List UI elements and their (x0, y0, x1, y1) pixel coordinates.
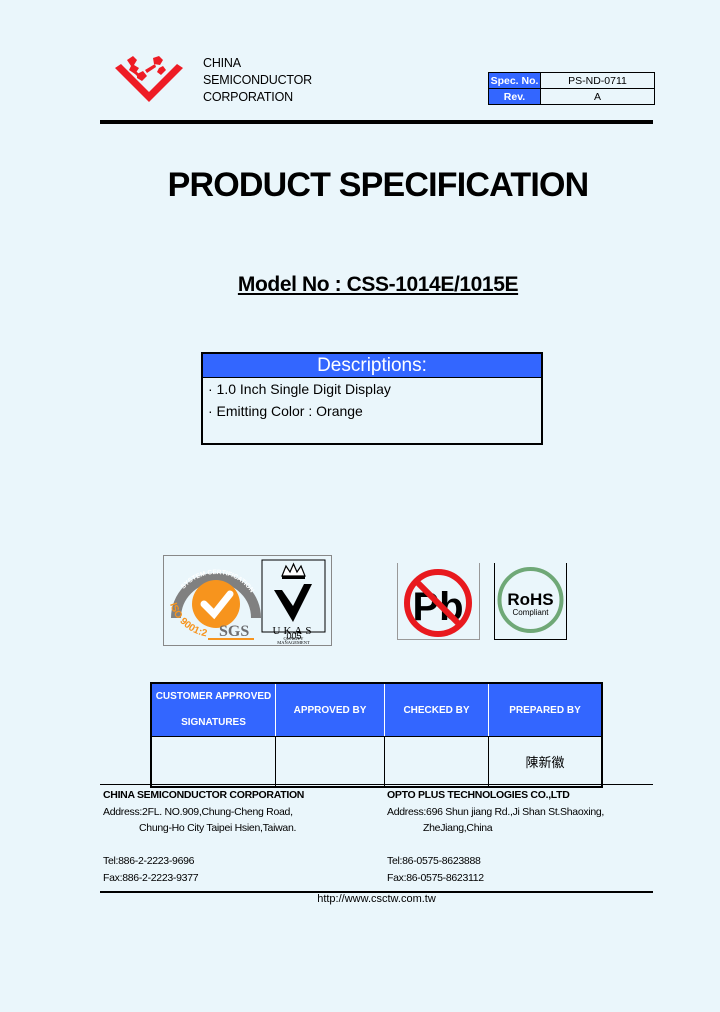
company-name-line-1: CHINA (203, 56, 241, 70)
footer-right-company: OPTO PLUS TECHNOLOGIES CO.,LTD (387, 789, 570, 801)
footer-left-address-1: Address:2FL. NO.909,Chung-Cheng Road, (103, 805, 293, 818)
footer-left-address-2: Chung-Ho City Taipei Hsien,Taiwan. (139, 822, 297, 834)
footer-right-address-1: Address:696 Shun jiang Rd.,Ji Shan St.Sh… (387, 805, 605, 818)
sgs-brand-text: SGS (219, 623, 249, 640)
company-logo-icon (115, 56, 183, 102)
descriptions-heading: Descriptions: (203, 354, 541, 378)
spec-row-rev: Rev. A (488, 88, 655, 105)
spec-table: Spec. No. PS-ND-0711 Rev. A (488, 72, 655, 105)
rohs-title: RoHS (507, 590, 553, 609)
company-name-line-3: CORPORATION (203, 90, 293, 104)
prepared-by-signature-cell: 陳新徽 (488, 736, 603, 788)
footer-divider (100, 784, 653, 785)
prepared-by-header: PREPARED BY (488, 682, 603, 737)
model-number: Model No : CSS-1014E/1015E (237, 273, 519, 296)
company-name-line-2: SEMICONDUCTOR (203, 73, 312, 87)
website-link[interactable]: http://www.csctw.com.tw (100, 893, 653, 905)
signature-value-row: 陳新徽 (150, 736, 603, 788)
rohs-compliant-icon: RoHS Compliant (497, 567, 564, 633)
spec-no-label: Spec. No. (488, 72, 541, 89)
description-item: · Emitting Color : Orange (208, 403, 363, 419)
descriptions-box: Descriptions: · 1.0 Inch Single Digit Di… (201, 352, 543, 445)
signature-header-row: CUSTOMER APPROVED SIGNATURES APPROVED BY… (150, 682, 603, 737)
footer-right-contact: OPTO PLUS TECHNOLOGIES CO.,LTD Address:6… (387, 787, 604, 886)
iso-ukas-certification: SYSTEM CERTIFICATION ISO 9001:2000 SGS U… (161, 548, 332, 646)
footer-right-address-2: ZheJiang,China (423, 822, 493, 834)
rohs-subtitle: Compliant (512, 608, 549, 617)
footer-left-tel: Tel:886-2-2223-9696 (103, 855, 195, 867)
lead-free-certification: Pb (397, 563, 480, 640)
approved-by-header: APPROVED BY (275, 682, 385, 737)
approved-by-signature-cell (275, 736, 385, 788)
footer-right-tel: Tel:86-0575-8623888 (387, 855, 481, 867)
ukas-number: 005 (286, 631, 302, 641)
rev-value: A (540, 88, 655, 105)
spec-row-spec-no: Spec. No. PS-ND-0711 (488, 72, 655, 89)
header-divider (100, 120, 653, 124)
rohs-certification: RoHS Compliant (494, 563, 567, 640)
footer-left-company: CHINA SEMICONDUCTOR CORPORATION (103, 789, 305, 801)
footer-left-contact: CHINA SEMICONDUCTOR CORPORATION Address:… (103, 787, 304, 886)
rev-label: Rev. (488, 88, 541, 105)
description-item: · 1.0 Inch Single Digit Display (208, 381, 391, 397)
signature-table: CUSTOMER APPROVED SIGNATURES APPROVED BY… (150, 682, 603, 788)
spec-no-value: PS-ND-0711 (540, 72, 655, 89)
checked-by-header: CHECKED BY (384, 682, 489, 737)
no-lead-icon: Pb (404, 569, 472, 637)
company-name: CHINA SEMICONDUCTOR CORPORATION (203, 55, 312, 106)
page-title: PRODUCT SPECIFICATION (167, 166, 590, 204)
checked-by-signature-cell (384, 736, 489, 788)
footer-right-fax: Fax:86-0575-8623112 (387, 871, 484, 884)
customer-approved-header: CUSTOMER APPROVED SIGNATURES (150, 682, 276, 737)
customer-signature-cell (150, 736, 276, 788)
footer-left-fax: Fax:886-2-2223-9377 (103, 871, 199, 884)
